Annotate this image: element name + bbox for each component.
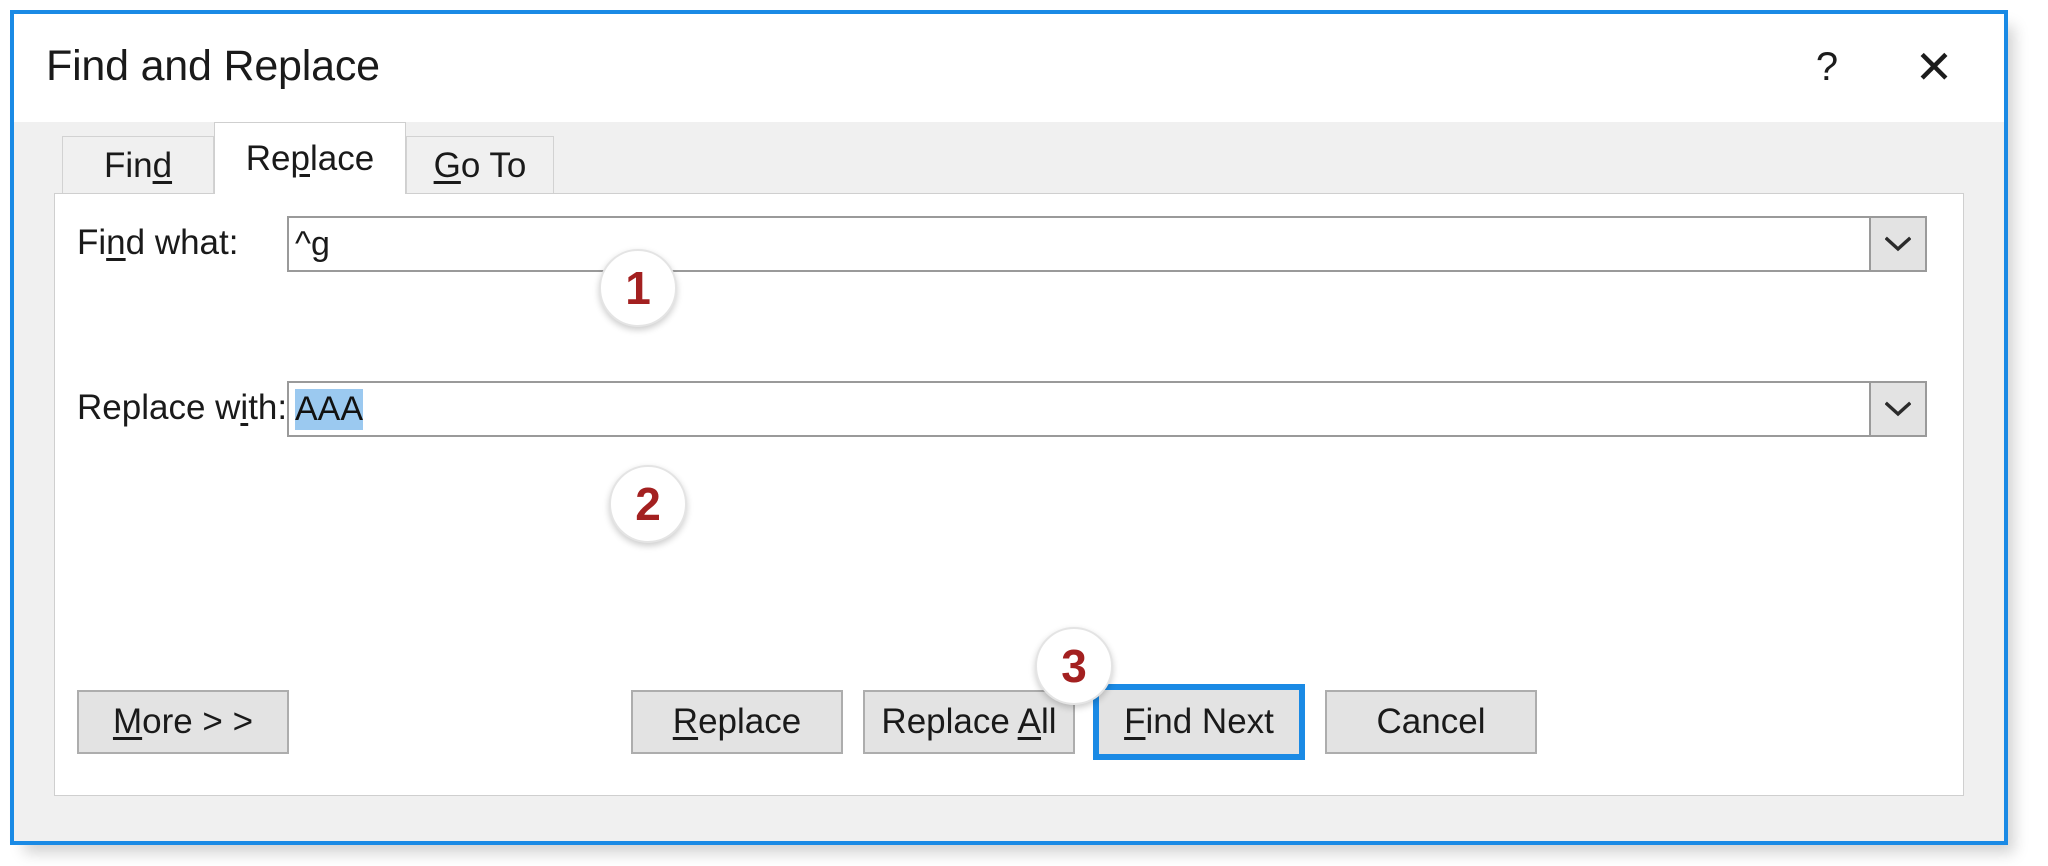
annotation-badge-2: 2: [609, 465, 687, 543]
dialog-title: Find and Replace: [46, 42, 380, 90]
replace-with-dropdown-button[interactable]: [1869, 383, 1925, 435]
close-button[interactable]: ✕: [1902, 36, 1966, 98]
tab-go-to-label: Go To: [433, 145, 527, 185]
screenshot-canvas: Find and Replace ? ✕ Find Replace Go To …: [0, 0, 2048, 866]
chevron-down-icon: [1885, 236, 1911, 252]
find-next-button[interactable]: Find Next: [1093, 684, 1305, 760]
tab-replace[interactable]: Replace: [214, 122, 406, 194]
tab-strip: Find Replace Go To: [14, 122, 2004, 194]
replace-with-label: Replace with:: [77, 388, 288, 427]
replace-with-input[interactable]: AAA: [289, 383, 1869, 435]
dialog-titlebar: Find and Replace ? ✕: [14, 14, 2004, 122]
find-and-replace-dialog: Find and Replace ? ✕ Find Replace Go To …: [10, 10, 2008, 845]
tab-go-to[interactable]: Go To: [406, 136, 554, 194]
annotation-badge-1: 1: [599, 249, 677, 327]
find-what-combobox[interactable]: ^g: [287, 216, 1927, 272]
tab-find-label: Find: [103, 145, 173, 185]
more-button-label: More > >: [112, 702, 254, 741]
replace-with-combobox[interactable]: AAA: [287, 381, 1927, 437]
replace-button-label: Replace: [672, 702, 802, 741]
close-icon: ✕: [1914, 41, 1954, 93]
replace-all-button[interactable]: Replace All: [863, 690, 1075, 754]
question-mark-icon: ?: [1815, 45, 1839, 89]
replace-with-value: AAA: [295, 388, 364, 430]
replace-all-button-label: Replace All: [881, 702, 1057, 741]
find-what-value: ^g: [295, 224, 330, 263]
cancel-button[interactable]: Cancel: [1325, 690, 1537, 754]
tab-replace-label: Replace: [245, 138, 375, 178]
chevron-down-icon: [1885, 401, 1911, 417]
replace-button[interactable]: Replace: [631, 690, 843, 754]
tab-find[interactable]: Find: [62, 136, 214, 194]
find-what-input[interactable]: ^g: [289, 218, 1869, 270]
find-what-label: Find what:: [77, 223, 239, 262]
more-button[interactable]: More > >: [77, 690, 289, 754]
find-next-button-label: Find Next: [1124, 702, 1274, 741]
find-what-dropdown-button[interactable]: [1869, 218, 1925, 270]
help-button[interactable]: ?: [1795, 36, 1859, 98]
replace-tab-panel: Find what: ^g Replace with: AAA More > >…: [54, 193, 1964, 796]
annotation-badge-3: 3: [1035, 627, 1113, 705]
cancel-button-label: Cancel: [1376, 702, 1486, 741]
